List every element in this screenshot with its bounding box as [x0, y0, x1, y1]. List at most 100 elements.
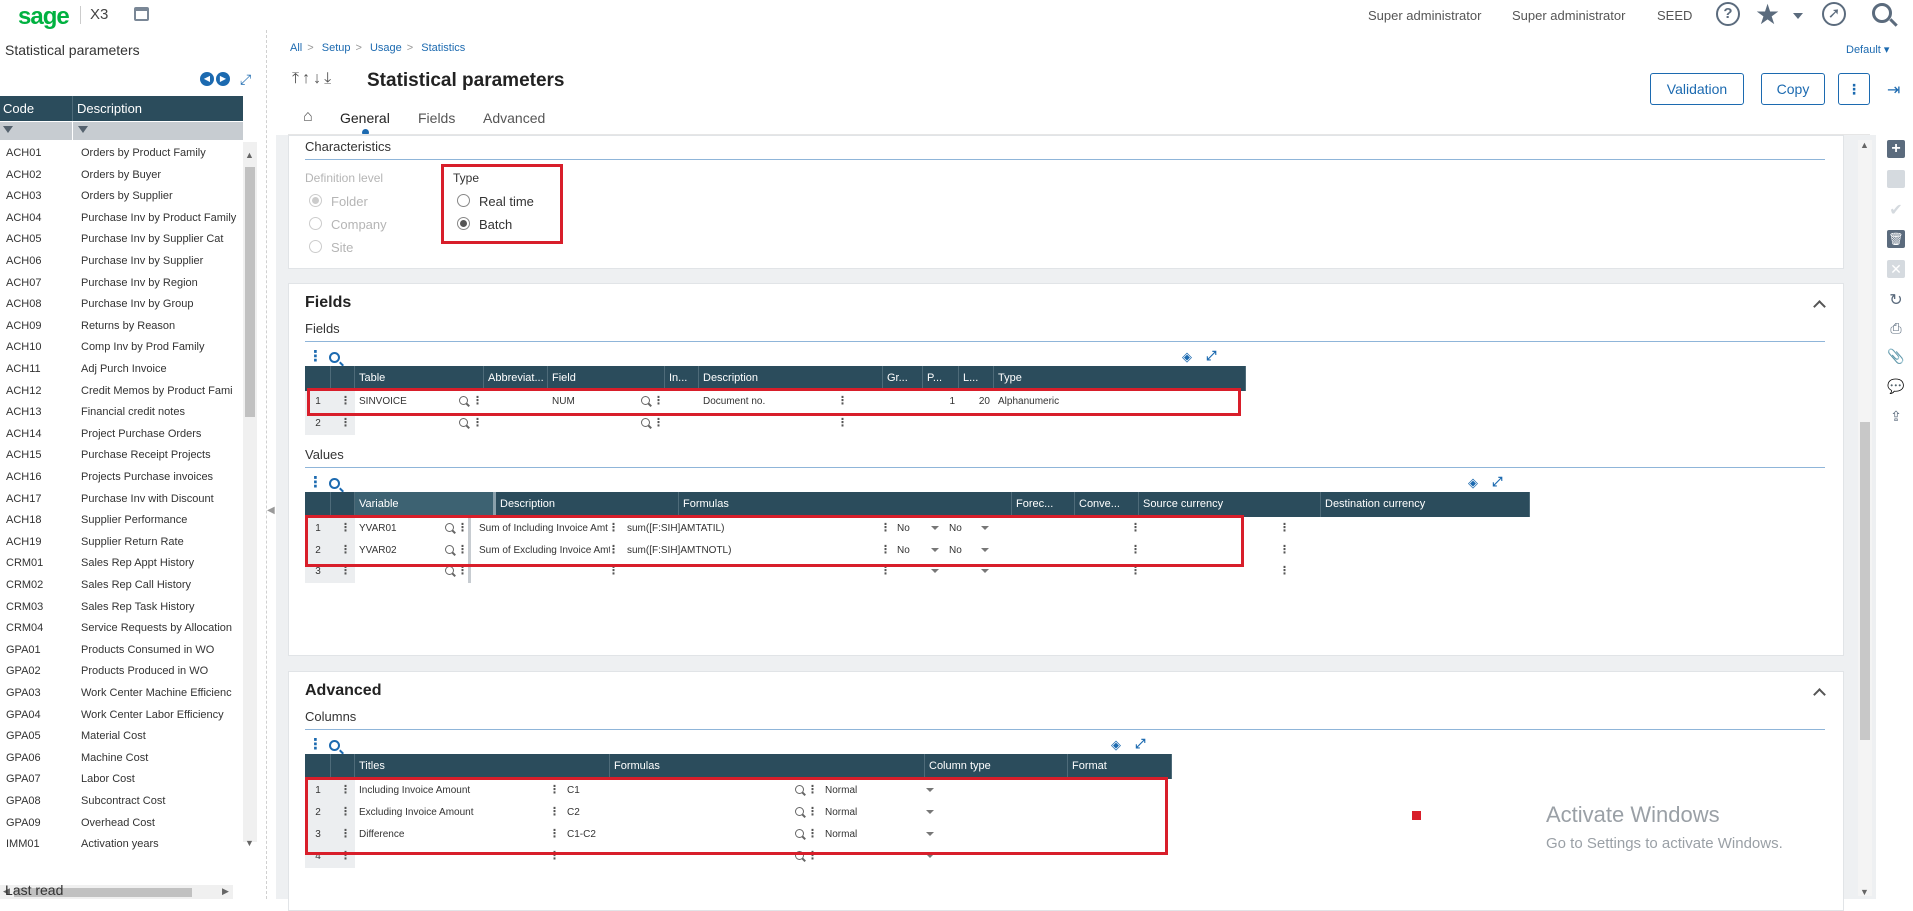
grid-search-icon[interactable]	[329, 740, 340, 751]
list-item[interactable]: ACH04 Purchase Inv by Product Family	[0, 208, 240, 230]
cell-menu-icon[interactable]: ⋮	[1279, 543, 1290, 556]
expand-icon[interactable]: ⤢	[240, 72, 254, 86]
list-item[interactable]: CRM02 Sales Rep Call History	[0, 575, 240, 597]
comment-icon[interactable]: 💬	[1887, 378, 1905, 396]
list-item[interactable]: ACH16 Projects Purchase invoices	[0, 467, 240, 489]
column-header[interactable]: Formulas	[610, 754, 925, 779]
list-item[interactable]: CRM01 Sales Rep Appt History	[0, 553, 240, 575]
row-menu-icon[interactable]: ⋮	[340, 416, 351, 429]
chevron-down-icon[interactable]	[931, 569, 939, 573]
scroll-up-icon[interactable]: ▲	[1860, 140, 1869, 150]
chevron-down-icon[interactable]	[1793, 13, 1803, 19]
list-item[interactable]: ACH12 Credit Memos by Product Fami	[0, 381, 240, 403]
lookup-icon[interactable]	[641, 418, 650, 427]
search-icon[interactable]	[1872, 3, 1892, 23]
exit-icon[interactable]: ⇥	[1887, 80, 1900, 100]
list-item[interactable]: ACH14 Project Purchase Orders	[0, 424, 240, 446]
filter-icon[interactable]	[78, 126, 88, 133]
chevron-down-icon[interactable]	[981, 569, 989, 573]
column-header[interactable]: Column type	[925, 754, 1068, 779]
column-header[interactable]: Description	[496, 492, 679, 517]
field-cell[interactable]	[548, 413, 638, 435]
cell-menu-icon[interactable]: ⋮	[653, 416, 664, 429]
column-header[interactable]: Format	[1068, 754, 1172, 779]
grid-menu-icon[interactable]: ⋮	[308, 735, 323, 753]
prev-arrow-icon[interactable]: ◀	[200, 72, 214, 86]
chevron-up-icon[interactable]	[1813, 300, 1826, 313]
list-item[interactable]: ACH19 Supplier Return Rate	[0, 532, 240, 554]
role-menu[interactable]: Super administrator	[1512, 8, 1625, 23]
table-cell[interactable]	[355, 413, 460, 435]
layers-icon[interactable]: ◈	[1468, 475, 1478, 491]
list-item[interactable]: GPA09 Overhead Cost	[0, 813, 240, 835]
grid-menu-icon[interactable]: ⋮	[308, 473, 323, 491]
check-icon[interactable]: ✔	[1887, 200, 1905, 219]
column-header[interactable]: Forec...	[1012, 492, 1075, 517]
list-item[interactable]: IMM01 Activation years	[0, 834, 240, 856]
list-item[interactable]: ACH07 Purchase Inv by Region	[0, 273, 240, 295]
more-actions-button[interactable]: ⋮	[1838, 73, 1870, 105]
attachment-icon[interactable]: 📎	[1887, 348, 1905, 366]
scroll-down-icon[interactable]: ▼	[1860, 887, 1869, 897]
list-item[interactable]: ACH10 Comp Inv by Prod Family	[0, 337, 240, 359]
list-item[interactable]: ACH11 Adj Purch Invoice	[0, 359, 240, 381]
scrollbar-thumb[interactable]	[1860, 422, 1870, 740]
refresh-icon[interactable]: ↻	[1887, 290, 1905, 309]
cell-menu-icon[interactable]: ⋮	[837, 416, 848, 429]
next-arrow-icon[interactable]: ▶	[216, 72, 230, 86]
collapse-panel-icon[interactable]: ◀	[267, 505, 275, 516]
list-item[interactable]: GPA06 Machine Cost	[0, 748, 240, 770]
cell-menu-icon[interactable]: ⋮	[1279, 564, 1290, 577]
layers-icon[interactable]: ◈	[1111, 737, 1121, 753]
column-header[interactable]: Destination currency	[1321, 492, 1530, 517]
tab-general[interactable]: General	[340, 110, 390, 126]
list-item[interactable]: GPA01 Products Consumed in WO	[0, 640, 240, 662]
grid-search-icon[interactable]	[329, 352, 340, 363]
list-item[interactable]: GPA07 Labor Cost	[0, 769, 240, 791]
breadcrumb-statistics[interactable]: Statistics	[421, 42, 465, 54]
row-menu[interactable]: ⋮	[331, 413, 355, 435]
scroll-down-icon[interactable]: ▼	[245, 838, 254, 848]
column-header[interactable]: Titles	[355, 754, 610, 779]
column-header[interactable]: Conve...	[1075, 492, 1139, 517]
list-item[interactable]: ACH08 Purchase Inv by Group	[0, 294, 240, 316]
column-header[interactable]: Formulas	[679, 492, 1012, 517]
grid-expand-icon[interactable]: ⤢	[1206, 348, 1216, 364]
scroll-right-icon[interactable]: ▶	[222, 886, 229, 897]
list-item[interactable]: ACH17 Purchase Inv with Discount	[0, 489, 240, 511]
compass-icon[interactable]: ➚	[1822, 2, 1846, 26]
column-header[interactable]: Source currency	[1139, 492, 1321, 517]
list-item[interactable]: ACH03 Orders by Supplier	[0, 186, 240, 208]
view-selector[interactable]: Default ▾	[1846, 43, 1889, 56]
export-icon[interactable]: ⇪	[1887, 408, 1905, 426]
type-cell[interactable]	[994, 413, 1144, 435]
breadcrumb-setup[interactable]: Setup	[322, 42, 351, 54]
list-item[interactable]: ACH02 Orders by Buyer	[0, 165, 240, 187]
folder-menu[interactable]: SEED	[1657, 8, 1692, 23]
sage-logo[interactable]: sage	[18, 3, 70, 31]
list-item[interactable]: ACH01 Orders by Product Family	[0, 143, 240, 165]
grid-expand-icon[interactable]: ⤢	[1492, 474, 1502, 490]
lookup-icon[interactable]	[459, 418, 468, 427]
help-icon[interactable]: ?	[1716, 2, 1740, 26]
record-nav-arrows[interactable]: ⤒↑↓⤓	[292, 70, 334, 88]
list-item[interactable]: ACH13 Financial credit notes	[0, 402, 240, 424]
cell-menu-icon[interactable]: ⋮	[1279, 521, 1290, 534]
position-cell[interactable]	[923, 413, 959, 435]
column-header-description[interactable]: Description	[77, 101, 142, 116]
grid-expand-icon[interactable]: ⤢	[1135, 736, 1145, 752]
panel-splitter[interactable]	[266, 30, 274, 899]
tab-fields[interactable]: Fields	[418, 110, 455, 126]
breadcrumb-all[interactable]: All	[290, 42, 302, 54]
list-item[interactable]: ACH15 Purchase Receipt Projects	[0, 445, 240, 467]
user-menu[interactable]: Super administrator	[1368, 8, 1481, 23]
layers-icon[interactable]: ◈	[1182, 349, 1192, 365]
column-header[interactable]: Variable	[355, 492, 496, 517]
copy-button[interactable]: Copy	[1761, 73, 1825, 105]
list-item[interactable]: GPA04 Work Center Labor Efficiency	[0, 705, 240, 727]
filter-icon[interactable]	[3, 126, 13, 133]
delete-icon[interactable]: 🗑	[1887, 230, 1905, 248]
grid-menu-icon[interactable]: ⋮	[308, 347, 323, 365]
description-cell[interactable]	[699, 413, 839, 435]
print-icon[interactable]: ⎙	[1887, 320, 1905, 338]
